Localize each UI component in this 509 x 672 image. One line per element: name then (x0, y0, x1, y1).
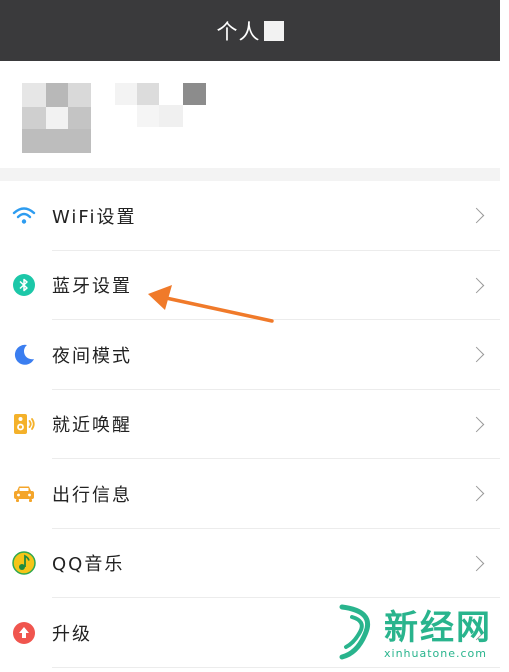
watermark: 新经网 xinhuatone.com (336, 603, 496, 665)
watermark-title: 新经网 (384, 607, 492, 648)
watermark-logo-icon (336, 603, 380, 665)
watermark-domain: xinhuatone.com (384, 646, 487, 660)
annotation-arrow (148, 285, 274, 323)
